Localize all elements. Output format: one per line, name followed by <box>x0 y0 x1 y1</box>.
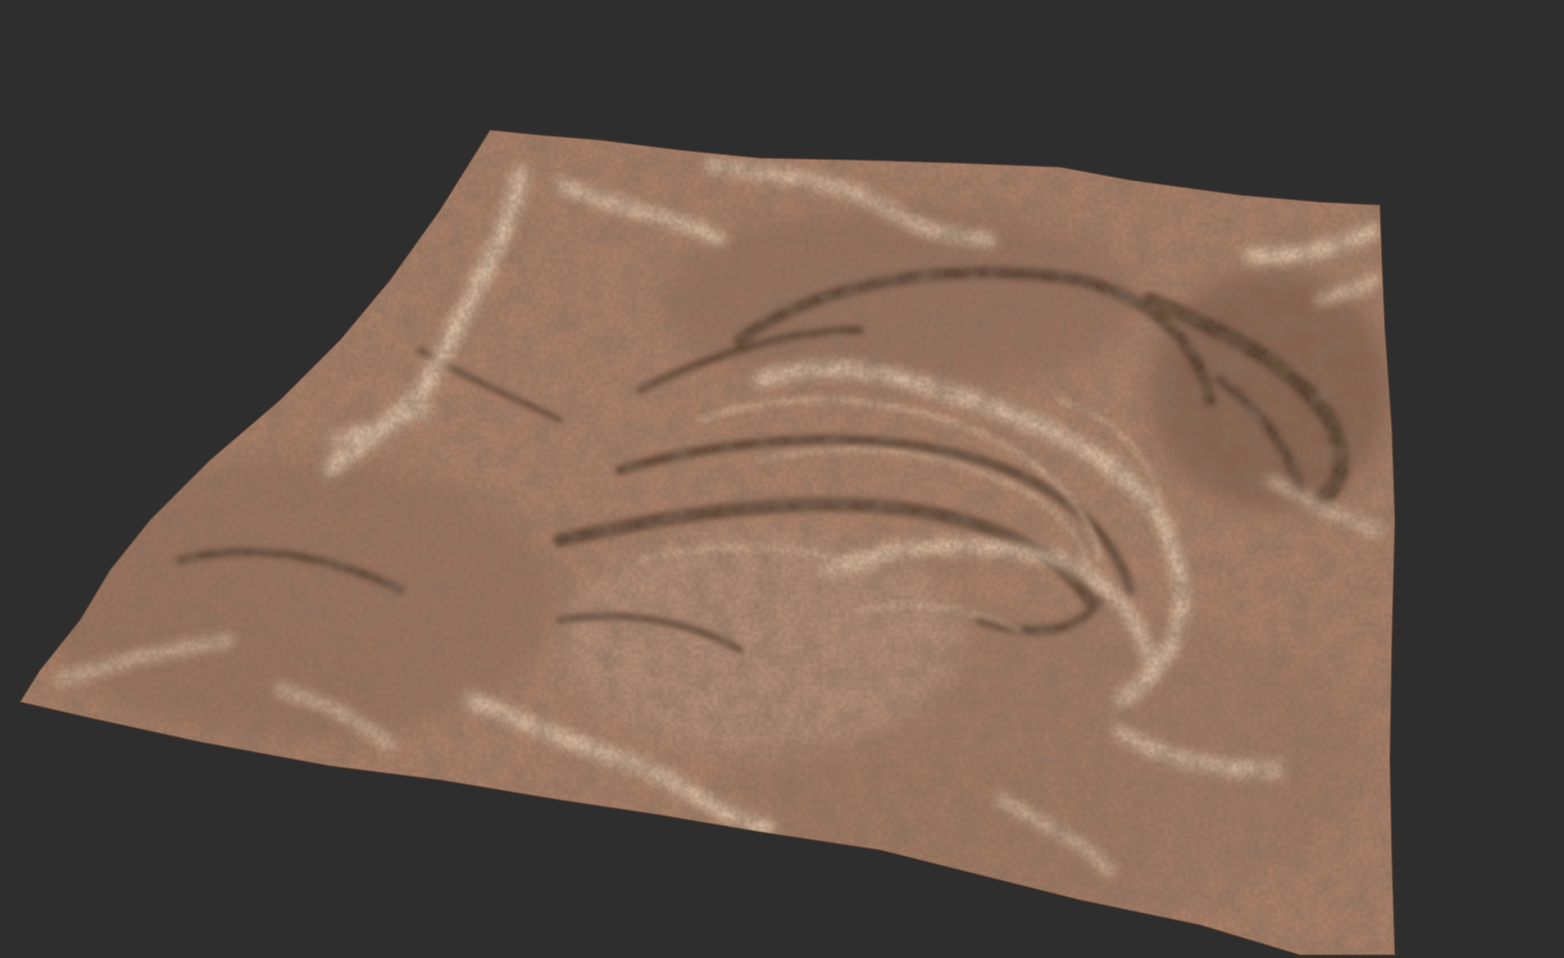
fine-texture <box>20 130 1395 955</box>
terrain-surface <box>20 130 1395 955</box>
viewport[interactable] <box>0 0 1564 958</box>
terrain-render[interactable] <box>0 0 1564 958</box>
